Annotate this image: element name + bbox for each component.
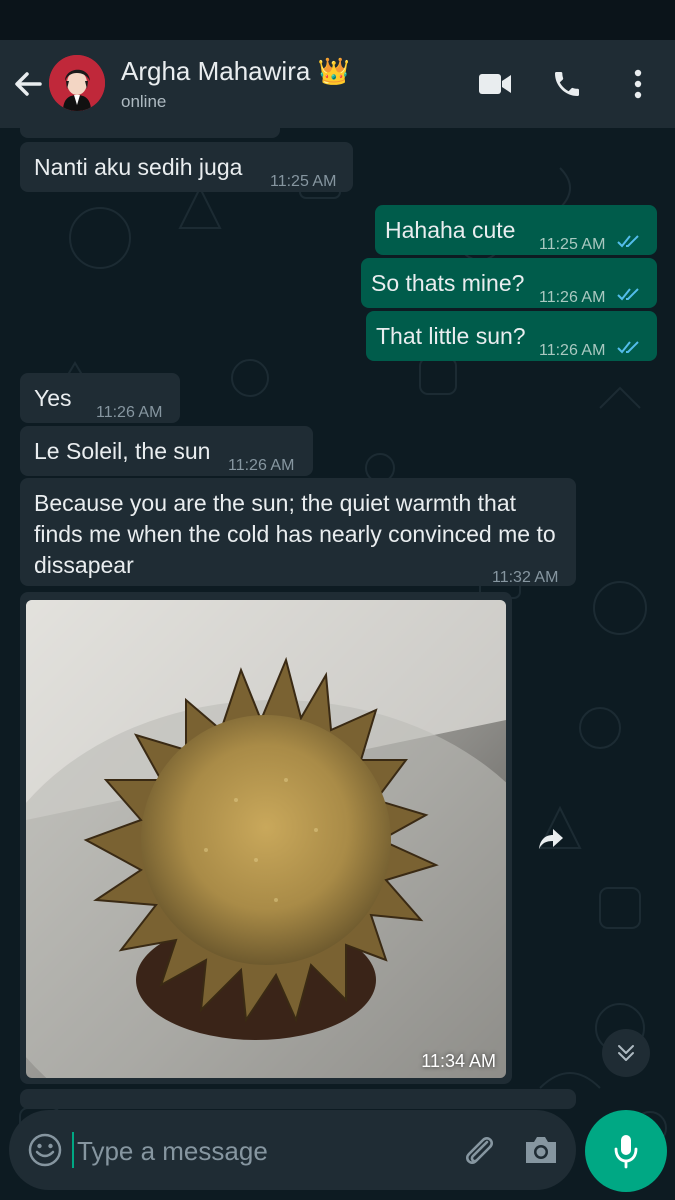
back-button[interactable]: [10, 66, 46, 102]
message-input[interactable]: [75, 1128, 449, 1174]
message-text: That little sun?: [376, 323, 526, 349]
message-bubble-partial: [20, 128, 280, 138]
paperclip-icon: [466, 1137, 493, 1164]
video-camera-icon: [479, 74, 511, 94]
read-ticks-icon: [617, 235, 639, 248]
contact-name[interactable]: Argha Mahawira 👑: [121, 56, 350, 87]
message-time: 11:25 AM: [270, 173, 337, 190]
video-call-button[interactable]: [475, 64, 515, 104]
message-time: 11:26 AM: [539, 342, 606, 359]
scroll-down-button[interactable]: [602, 1029, 650, 1077]
image-time: 11:34 AM: [421, 1051, 496, 1071]
message-time: 11:26 AM: [96, 404, 163, 421]
message-bubble-outgoing[interactable]: So thats mine? 11:26 AM: [361, 258, 657, 308]
menu-button[interactable]: [618, 64, 658, 104]
emoji-button[interactable]: [27, 1132, 63, 1168]
forward-icon: [539, 829, 563, 849]
shared-photo[interactable]: 11:34 AM: [26, 600, 506, 1078]
message-text: Le Soleil, the sun: [34, 438, 211, 464]
message-time: 11:25 AM: [539, 236, 606, 253]
read-ticks-icon: [617, 341, 639, 354]
message-bubble-incoming[interactable]: Le Soleil, the sun 11:26 AM: [20, 426, 313, 476]
message-text: Hahaha cute: [385, 217, 516, 243]
chat-header: Argha Mahawira 👑 online: [0, 40, 675, 128]
more-vert-icon: [634, 69, 642, 99]
status-bar: [0, 0, 675, 40]
message-time: 11:32 AM: [492, 569, 559, 586]
message-bubble-outgoing[interactable]: Hahaha cute 11:25 AM: [375, 205, 657, 255]
arrow-left-icon: [15, 72, 42, 96]
text-cursor: [72, 1132, 74, 1168]
avatar[interactable]: [49, 55, 105, 111]
message-time: 11:26 AM: [228, 457, 295, 474]
message-text: Because you are the sun; the quiet warmt…: [34, 490, 556, 578]
camera-button[interactable]: [521, 1130, 561, 1170]
message-composer: [9, 1110, 576, 1190]
contact-status: online: [121, 92, 167, 111]
attach-button[interactable]: [459, 1130, 499, 1170]
microphone-icon: [614, 1135, 638, 1169]
message-bubble-outgoing[interactable]: That little sun? 11:26 AM: [366, 311, 657, 361]
double-chevron-down-icon: [618, 1045, 634, 1061]
camera-icon: [526, 1137, 556, 1163]
voice-call-button[interactable]: [547, 64, 587, 104]
avatar-image: [49, 55, 105, 111]
message-text: Yes: [34, 385, 72, 411]
message-text: So thats mine?: [371, 270, 525, 296]
message-bubble-incoming[interactable]: Because you are the sun; the quiet warmt…: [20, 478, 576, 586]
message-bubble-partial: [20, 1089, 576, 1109]
message-bubble-incoming[interactable]: Nanti aku sedih juga 11:25 AM: [20, 142, 353, 192]
phone-icon: [555, 72, 579, 96]
message-text: Nanti aku sedih juga: [34, 154, 243, 180]
sun-dessert-photo: [26, 600, 506, 1078]
message-time: 11:26 AM: [539, 289, 606, 306]
message-bubble-incoming[interactable]: Yes 11:26 AM: [20, 373, 180, 423]
read-ticks-icon: [617, 288, 639, 301]
forward-button[interactable]: [529, 817, 573, 861]
mic-button[interactable]: [585, 1110, 667, 1192]
emoji-icon: [28, 1133, 62, 1167]
